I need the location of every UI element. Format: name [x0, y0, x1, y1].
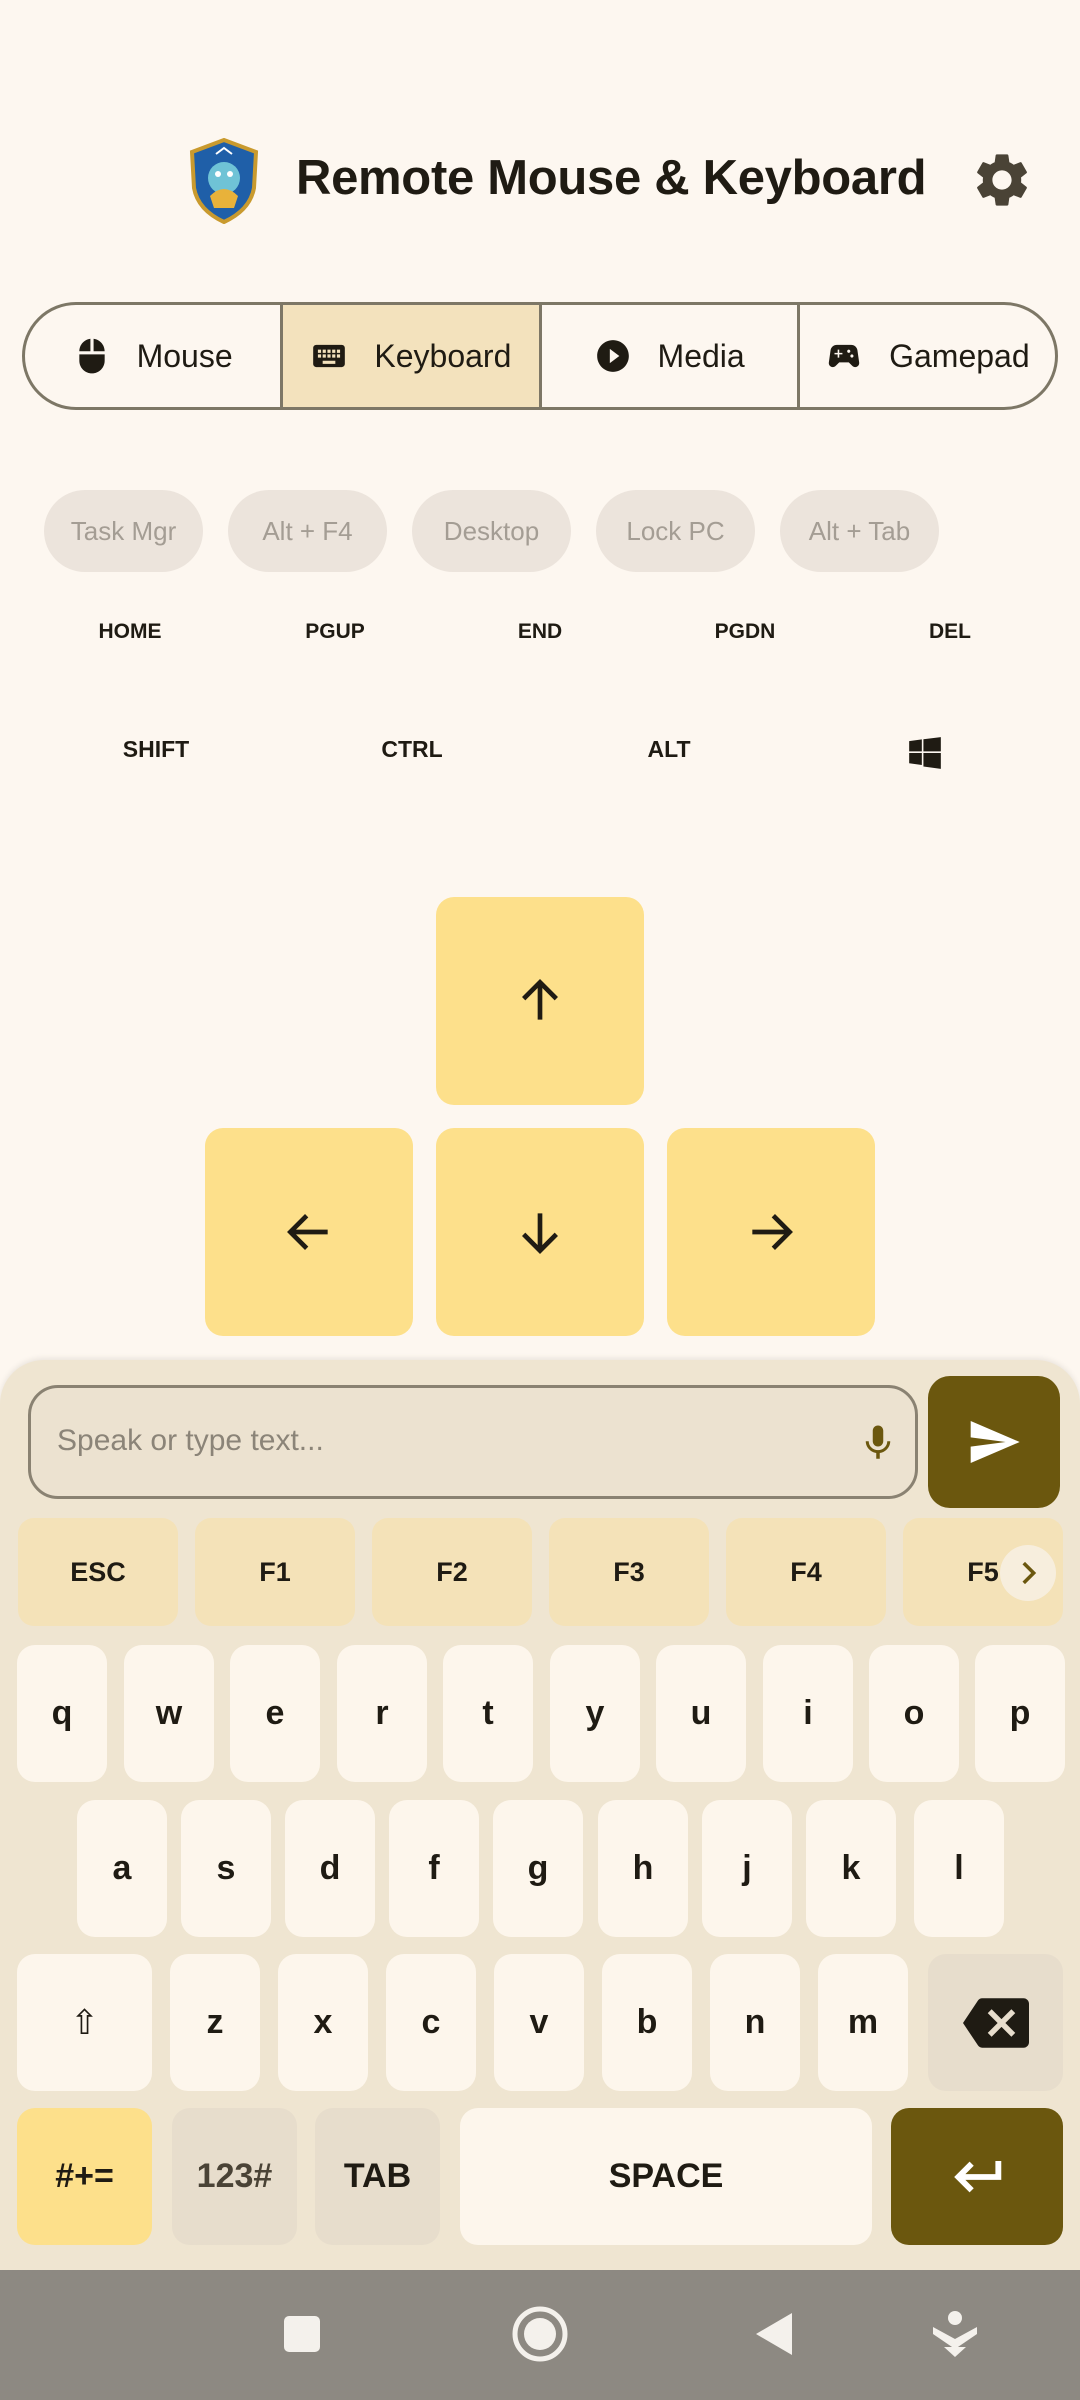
key-s[interactable]: s [181, 1800, 271, 1937]
recents-square-icon[interactable] [282, 2314, 322, 2354]
system-navigation-bar [0, 2270, 1080, 2400]
tab-mouse[interactable]: Mouse [25, 305, 284, 407]
arrow-left-icon [287, 1214, 328, 1250]
key-z[interactable]: z [170, 1954, 260, 2091]
desktop-chip[interactable]: Desktop [412, 490, 571, 572]
space-key[interactable]: SPACE [460, 2108, 872, 2245]
key-v[interactable]: v [494, 1954, 584, 2091]
home-key[interactable]: HOME [99, 620, 162, 644]
send-button[interactable] [928, 1376, 1060, 1508]
alt-key[interactable]: ALT [647, 736, 690, 763]
key-f[interactable]: f [389, 1800, 479, 1937]
mouse-icon [78, 338, 105, 374]
key-l[interactable]: l [914, 1800, 1004, 1937]
key-t[interactable]: t [443, 1645, 533, 1782]
tab-keyboard[interactable]: Keyboard [283, 305, 542, 407]
shift-toggle-key[interactable]: ⇧ [17, 1954, 152, 2091]
key-u[interactable]: u [656, 1645, 746, 1782]
enter-icon [954, 2160, 1002, 2192]
key-k[interactable]: k [806, 1800, 896, 1937]
play-circle-icon [596, 340, 629, 372]
key-a[interactable]: a [77, 1800, 167, 1937]
key-i[interactable]: i [763, 1645, 853, 1782]
shortcut-chips: Task Mgr Alt + F4 Desktop Lock PC Alt + … [44, 490, 939, 572]
backspace-icon [962, 1997, 1029, 2048]
key-h[interactable]: h [598, 1800, 688, 1937]
arrow-up-icon [522, 979, 558, 1020]
tab-mouse-label: Mouse [136, 337, 233, 374]
arrow-right-icon [752, 1214, 793, 1250]
arrow-left-key[interactable] [205, 1128, 413, 1336]
tab-media-label: Media [657, 337, 745, 374]
arrow-up-key[interactable] [436, 897, 644, 1105]
numbers-key[interactable]: 123# [172, 2108, 297, 2245]
keyboard-icon [313, 344, 346, 368]
lock-pc-chip[interactable]: Lock PC [596, 490, 755, 572]
key-y[interactable]: y [550, 1645, 640, 1782]
tab-gamepad-label: Gamepad [889, 337, 1030, 374]
key-m[interactable]: m [818, 1954, 908, 2091]
alt-tab-chip[interactable]: Alt + Tab [780, 490, 939, 572]
key-e[interactable]: e [230, 1645, 320, 1782]
enter-key[interactable] [891, 2108, 1063, 2245]
arrow-right-key[interactable] [667, 1128, 875, 1336]
ctrl-key[interactable]: CTRL [381, 736, 442, 763]
page-down-key[interactable]: PGDN [715, 620, 776, 644]
key-b[interactable]: b [602, 1954, 692, 2091]
home-circle-icon[interactable] [510, 2304, 570, 2364]
tab-key[interactable]: TAB [315, 2108, 440, 2245]
navigation-keys-row: HOME PGUP END PGDN DEL [0, 620, 1080, 654]
text-input-placeholder: Speak or type text... [57, 1424, 324, 1457]
backspace-key[interactable] [928, 1954, 1063, 2091]
end-key[interactable]: END [518, 620, 562, 644]
app-logo-icon [189, 138, 259, 224]
delete-key[interactable]: DEL [929, 620, 971, 644]
key-r[interactable]: r [337, 1645, 427, 1782]
gamepad-icon [828, 344, 860, 368]
symbols-key[interactable]: #+= [17, 2108, 152, 2245]
f4-key[interactable]: F4 [726, 1518, 886, 1626]
task-manager-chip[interactable]: Task Mgr [44, 490, 203, 572]
text-input-field[interactable]: Speak or type text... [28, 1385, 918, 1499]
key-d[interactable]: d [285, 1800, 375, 1937]
send-icon [970, 1421, 1020, 1463]
f1-key[interactable]: F1 [195, 1518, 355, 1626]
microphone-icon[interactable] [857, 1418, 899, 1468]
key-p[interactable]: p [975, 1645, 1065, 1782]
key-j[interactable]: j [702, 1800, 792, 1937]
function-keys-scroll-button[interactable] [1000, 1545, 1056, 1601]
app-header: Remote Mouse & Keyboard [0, 130, 1080, 230]
tab-media[interactable]: Media [542, 305, 800, 407]
tab-gamepad[interactable]: Gamepad [800, 305, 1055, 407]
back-triangle-icon[interactable] [754, 2311, 794, 2357]
tab-keyboard-label: Keyboard [374, 337, 512, 374]
key-n[interactable]: n [710, 1954, 800, 2091]
arrow-down-key[interactable] [436, 1128, 644, 1336]
f3-key[interactable]: F3 [549, 1518, 709, 1626]
key-x[interactable]: x [278, 1954, 368, 2091]
arrow-down-icon [522, 1213, 558, 1254]
page-up-key[interactable]: PGUP [305, 620, 365, 644]
shift-key[interactable]: SHIFT [123, 736, 189, 763]
mode-tabs: Mouse Keyboard Media Gamepad [22, 302, 1058, 410]
f2-key[interactable]: F2 [372, 1518, 532, 1626]
esc-key[interactable]: ESC [18, 1518, 178, 1626]
alt-f4-chip[interactable]: Alt + F4 [228, 490, 387, 572]
accessibility-icon[interactable] [930, 2309, 980, 2359]
key-c[interactable]: c [386, 1954, 476, 2091]
settings-gear-icon[interactable] [970, 148, 1034, 212]
key-o[interactable]: o [869, 1645, 959, 1782]
chevron-right-icon [1022, 1561, 1037, 1585]
key-g[interactable]: g [493, 1800, 583, 1937]
key-q[interactable]: q [17, 1645, 107, 1782]
key-w[interactable]: w [124, 1645, 214, 1782]
app-title: Remote Mouse & Keyboard [296, 151, 927, 205]
windows-icon[interactable] [906, 734, 944, 772]
